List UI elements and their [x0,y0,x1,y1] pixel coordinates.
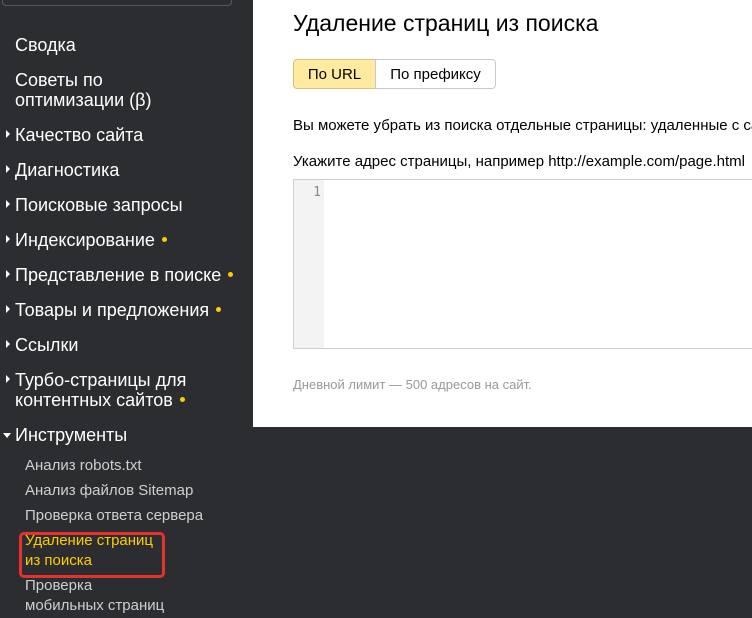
notification-dot-icon [161,236,167,242]
sidebar-item-label: Сводка [15,35,76,55]
url-editor[interactable]: 1 [293,179,752,349]
expand-arrow-icon [6,130,10,138]
sidebar-item-label: Советы по [15,70,103,90]
sidebar-subitem-robots-analysis[interactable]: Анализ robots.txt [25,456,142,476]
sidebar-item-products-offers[interactable]: Товары и предложения [6,300,222,320]
sidebar-item-optimization-tips[interactable]: Советы по оптимизации (β) [15,70,152,110]
sidebar-subitem-label: из поиска [25,552,93,569]
expand-arrow-icon [6,340,10,348]
expand-arrow-icon [6,200,10,208]
sidebar-subitem-remove-pages[interactable]: Удаление страниц из поиска [25,531,153,571]
sidebar-item-label: Турбо-страницы для [15,370,187,390]
notification-dot-icon [216,306,222,312]
expand-arrow-icon [6,305,10,313]
description-text: Вы можете убрать из поиска отдельные стр… [293,117,752,134]
sidebar-item-links[interactable]: Ссылки [6,335,79,355]
sidebar-item-indexing[interactable]: Индексирование [6,230,167,250]
expand-arrow-icon [6,375,10,383]
expand-arrow-icon [6,235,10,243]
sidebar-item-label: Индексирование [15,230,155,250]
sidebar-subitem-sitemap-analysis[interactable]: Анализ файлов Sitemap [25,481,193,501]
sidebar-item-label: Ссылки [15,335,79,355]
sidebar-item-label: Качество сайта [15,125,144,145]
sidebar-subitem-label: мобильных страниц [25,597,165,614]
notification-dot-icon [228,271,234,277]
sidebar-item-label: Диагностика [15,160,120,180]
sidebar-subitem-label: Удаление страниц [25,532,154,549]
sidebar-subitem-label: Анализ robots.txt [25,457,142,474]
daily-limit-note: Дневной лимит — 500 адресов на сайт. [293,377,532,392]
sidebar-item-label: оптимизации (β) [15,90,152,110]
sidebar-item-search-appearance[interactable]: Представление в поиске [6,265,234,285]
sidebar-item-label: Товары и предложения [15,300,210,320]
line-number: 1 [313,185,321,200]
sidebar-item-label: Представление в поиске [15,265,222,285]
sidebar-item-label: контентных сайтов [15,390,173,410]
collapse-arrow-icon [3,433,11,438]
tab-by-url[interactable]: По URL [293,59,376,89]
sidebar-subitem-label: Анализ файлов Sitemap [25,482,194,499]
sidebar-subitem-mobile-check[interactable]: Проверка мобильных страниц [25,576,164,616]
expand-arrow-icon [6,165,10,173]
expand-arrow-icon [6,270,10,278]
url-hint-label: Укажите адрес страницы, например http://… [293,153,745,170]
page-title: Удаление страниц из поиска [293,10,599,36]
notification-dot-icon [179,396,185,402]
sidebar-item-summary[interactable]: Сводка [15,35,76,55]
url-textarea[interactable] [324,180,752,348]
main-panel: Удаление страниц из поиска По URL По пре… [253,0,752,427]
sidebar: Сводка Советы по оптимизации (β) Качеств… [0,0,253,618]
tab-by-prefix[interactable]: По префиксу [375,59,496,89]
sidebar-item-turbo-pages[interactable]: Турбо-страницы для контентных сайтов [6,370,187,410]
sidebar-subitem-label: Проверка ответа сервера [25,507,204,524]
sidebar-item-tools[interactable]: Инструменты [3,425,128,445]
sidebar-item-site-quality[interactable]: Качество сайта [6,125,144,145]
sidebar-subitem-server-response[interactable]: Проверка ответа сервера [25,506,203,526]
sidebar-item-label: Инструменты [15,425,128,445]
sidebar-item-label: Поисковые запросы [15,195,183,215]
sidebar-subitem-label: Проверка [25,577,93,594]
line-number-gutter: 1 [294,180,324,348]
sidebar-item-search-queries[interactable]: Поисковые запросы [6,195,183,215]
sidebar-item-diagnostics[interactable]: Диагностика [6,160,120,180]
